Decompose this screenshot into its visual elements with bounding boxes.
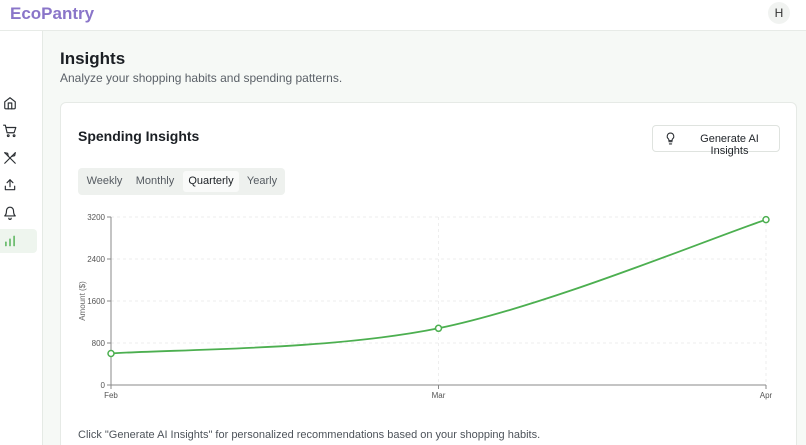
utensils-icon <box>4 152 16 164</box>
sidebar-item-notifications[interactable] <box>0 201 37 225</box>
y-tick-label: 800 <box>92 339 106 348</box>
data-point <box>434 324 443 333</box>
sidebar-item-share[interactable] <box>0 173 37 197</box>
data-point <box>107 349 115 358</box>
bell-icon <box>4 206 16 220</box>
x-tick-label: Feb <box>104 391 118 400</box>
y-axis-label: Amount ($) <box>78 281 87 321</box>
main-content: Insights Analyze your shopping habits an… <box>43 31 806 445</box>
y-tick-label: 1600 <box>87 297 105 306</box>
cart-icon <box>3 124 17 138</box>
y-tick-label: 3200 <box>87 213 105 222</box>
user-avatar[interactable]: H <box>768 2 790 24</box>
sidebar-item-cart[interactable] <box>0 119 37 143</box>
y-tick-label: 0 <box>101 381 106 390</box>
app-logo[interactable]: EcoPantry <box>10 4 94 24</box>
spending-line-chart: 0 800 1600 2400 3200 Feb Mar Apr Amount ($) <box>78 213 773 400</box>
sidebar-item-home[interactable] <box>0 91 37 115</box>
x-tick-label: Mar <box>432 391 446 400</box>
sidebar-item-recipes[interactable] <box>0 146 37 170</box>
sidebar <box>0 31 43 445</box>
y-tick-label: 2400 <box>87 255 105 264</box>
spending-insights-card: Spending Insights Generate AI Insights W… <box>60 102 797 445</box>
home-icon <box>4 97 16 110</box>
share-icon <box>4 179 16 191</box>
sidebar-item-insights[interactable] <box>0 229 37 253</box>
x-tick-label: Apr <box>760 391 773 400</box>
footnote: Click "Generate AI Insights" for persona… <box>78 429 541 441</box>
top-bar: EcoPantry H <box>0 0 806 31</box>
bar-chart-icon <box>5 235 15 247</box>
data-point <box>762 215 770 224</box>
page-subtitle: Analyze your shopping habits and spendin… <box>60 71 343 85</box>
page-title: Insights <box>60 49 126 68</box>
